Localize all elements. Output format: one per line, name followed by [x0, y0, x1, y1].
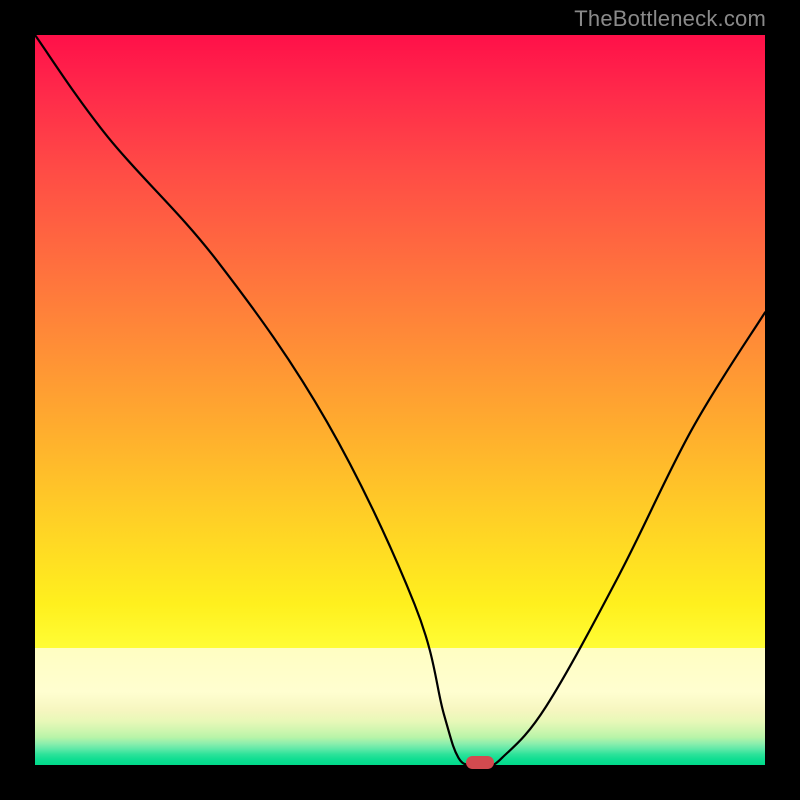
optimal-marker	[466, 756, 494, 769]
watermark-text: TheBottleneck.com	[574, 6, 766, 32]
chart-frame: TheBottleneck.com	[0, 0, 800, 800]
bottleneck-curve	[35, 35, 765, 765]
plot-area	[35, 35, 765, 765]
